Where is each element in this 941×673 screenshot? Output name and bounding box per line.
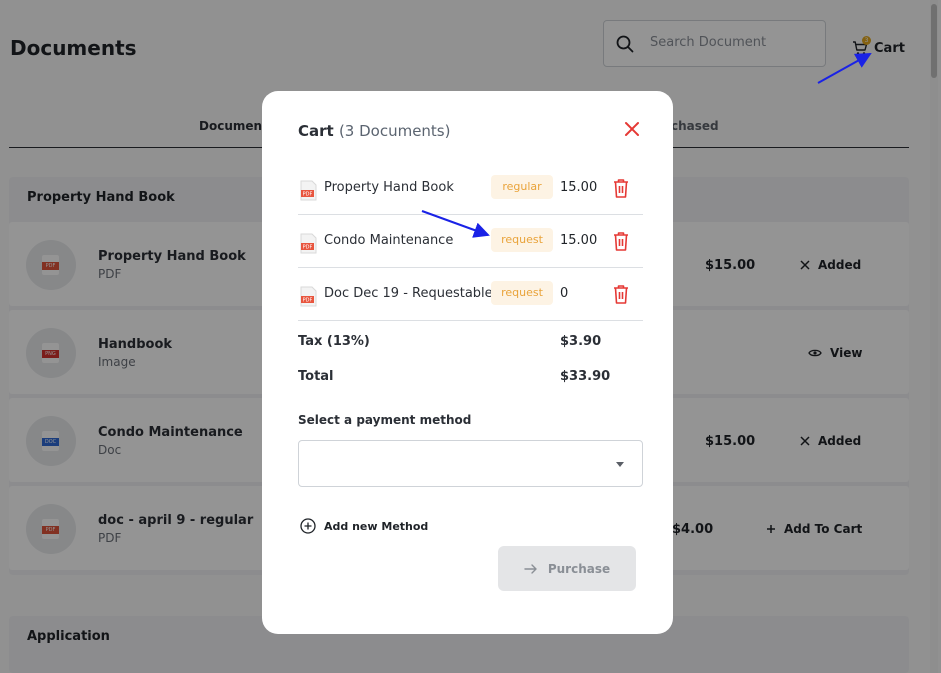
caret-down-icon <box>616 462 624 467</box>
cart-item-price: 15.00 <box>560 233 598 248</box>
add-new-method-button[interactable]: Add new Method <box>300 518 428 534</box>
document-count: (3 Documents) <box>338 122 451 140</box>
pdf-file-icon: PDF <box>300 286 317 307</box>
cart-item: PDF Condo Maintenance request 15.00 <box>298 215 643 268</box>
payment-method-label: Select a payment method <box>298 413 472 427</box>
svg-text:PDF: PDF <box>303 298 313 304</box>
trash-icon[interactable] <box>612 178 630 198</box>
arrow-right-icon <box>524 563 537 574</box>
cart-item-name: Doc Dec 19 - Requestable <box>324 286 493 301</box>
trash-icon[interactable] <box>612 284 630 304</box>
trash-icon[interactable] <box>612 231 630 251</box>
cart-item-name: Condo Maintenance <box>324 233 454 248</box>
svg-text:PDF: PDF <box>303 245 313 251</box>
tax-value: $3.90 <box>560 334 602 349</box>
purchase-button[interactable]: Purchase <box>498 546 636 591</box>
pdf-file-icon: PDF <box>300 233 317 254</box>
plus-circle-icon <box>300 518 316 534</box>
cart-item-tag: regular <box>491 175 553 199</box>
payment-method-select[interactable] <box>298 440 643 487</box>
cart-item-price: 15.00 <box>560 180 598 195</box>
cart-item-price: 0 <box>560 286 569 301</box>
tax-label: Tax (13%) <box>298 334 370 349</box>
cart-item-name: Property Hand Book <box>324 180 454 195</box>
svg-text:PDF: PDF <box>303 192 313 198</box>
total-value: $33.90 <box>560 369 611 384</box>
pdf-file-icon: PDF <box>300 180 317 201</box>
modal-title: Cart (3 Documents) <box>298 122 451 140</box>
cart-item-tag: request <box>491 281 553 305</box>
close-icon[interactable] <box>624 121 640 137</box>
cart-item: PDF Property Hand Book regular 15.00 <box>298 162 643 215</box>
total-label: Total <box>298 369 334 384</box>
cart-item-tag: request <box>491 228 553 252</box>
cart-item: PDF Doc Dec 19 - Requestable request 0 <box>298 268 643 321</box>
cart-modal: Cart (3 Documents) PDF Property Hand Boo… <box>262 91 673 634</box>
